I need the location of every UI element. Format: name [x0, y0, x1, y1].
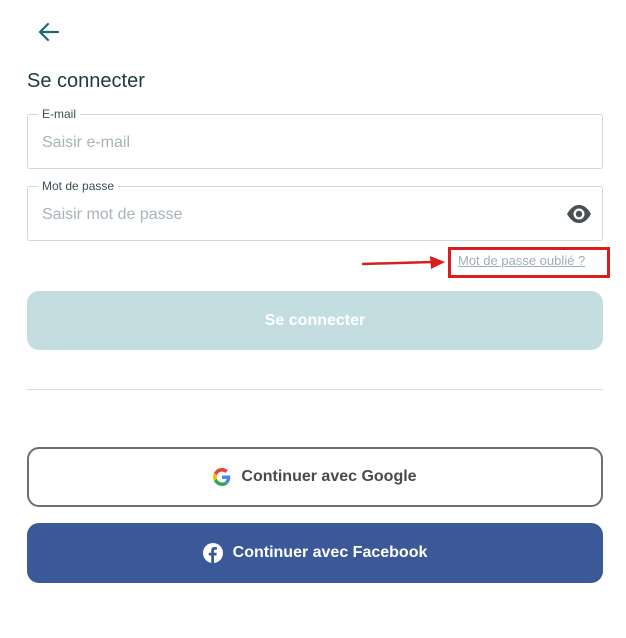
google-login-button[interactable]: Continuer avec Google: [27, 447, 603, 507]
arrow-left-icon: [38, 22, 60, 42]
eye-icon: [567, 205, 591, 223]
google-login-label: Continuer avec Google: [241, 468, 417, 485]
annotation-arrow: [361, 256, 445, 269]
password-input[interactable]: [40, 201, 544, 229]
login-button[interactable]: Se connecter: [27, 291, 603, 350]
facebook-icon: [202, 543, 223, 563]
facebook-login-label: Continuer avec Facebook: [232, 544, 428, 561]
divider: [27, 389, 603, 390]
password-label: Mot de passe: [38, 179, 119, 193]
email-input[interactable]: [40, 129, 544, 157]
back-button[interactable]: [36, 20, 62, 44]
password-field: Mot de passe: [27, 179, 603, 241]
facebook-login-button[interactable]: Continuer avec Facebook: [27, 523, 603, 583]
forgot-password-link[interactable]: Mot de passe oublié ?: [458, 253, 585, 268]
email-field: E-mail: [27, 107, 603, 169]
google-icon: [213, 468, 231, 486]
email-label: E-mail: [38, 107, 81, 121]
show-password-button[interactable]: [566, 204, 592, 224]
page-title: Se connecter: [27, 70, 145, 92]
